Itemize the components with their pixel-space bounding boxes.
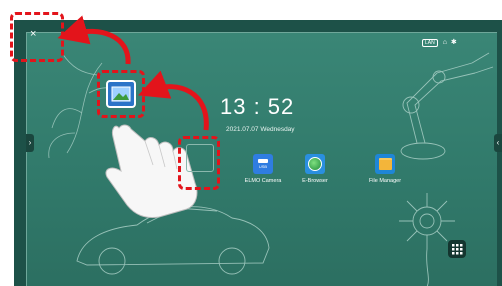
browser-icon — [305, 154, 325, 174]
app-label: ELMO Camera — [244, 178, 282, 184]
status-bar: LAN ⌂ ✱ — [422, 38, 457, 47]
wifi-icon: ⌂ — [442, 39, 447, 46]
folder-icon — [375, 154, 395, 174]
app-file-manager[interactable]: File Manager — [357, 154, 413, 184]
gallery-widget-highlight — [97, 70, 145, 118]
app-e-browser[interactable]: E-Browser — [287, 154, 343, 184]
close-button-highlight — [10, 12, 64, 62]
left-sidebar-toggle[interactable]: › — [26, 134, 34, 152]
empty-slot-highlight — [178, 136, 220, 190]
network-icon: LAN — [422, 39, 438, 47]
clock-time: 13 : 52 — [220, 94, 295, 119]
clock-date: 2021.07.07 Wednesday — [226, 126, 295, 133]
display-screen — [14, 20, 502, 286]
camera-usb-icon: USB — [253, 154, 273, 174]
app-label: E-Browser — [302, 178, 328, 184]
bluetooth-icon: ✱ — [450, 39, 457, 46]
usb-badge: USB — [258, 164, 268, 169]
app-label: File Manager — [368, 178, 402, 184]
app-elmo-camera[interactable]: USB ELMO Camera — [235, 154, 291, 184]
grid-icon — [452, 244, 463, 255]
right-sidebar-toggle[interactable]: ‹ — [494, 134, 502, 152]
app-drawer-button[interactable] — [448, 240, 466, 258]
